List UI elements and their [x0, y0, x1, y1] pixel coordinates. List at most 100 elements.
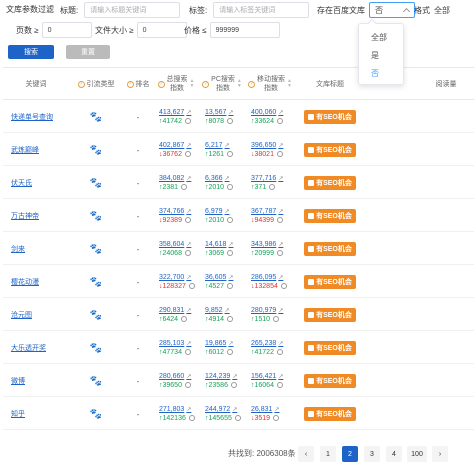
keyword-link[interactable]: 大乐透开奖 [3, 332, 69, 364]
clock-icon[interactable] [269, 184, 276, 190]
seo-opportunity-badge[interactable]: 有SEO机会 [304, 209, 356, 223]
clock-icon[interactable] [181, 184, 188, 190]
seo-opportunity-badge[interactable]: 有SEO机会 [304, 242, 356, 256]
trend-chart-icon[interactable]: ↗ [186, 110, 191, 116]
trend-chart-icon[interactable]: ↗ [278, 143, 283, 149]
clock-icon[interactable] [184, 382, 191, 388]
clock-icon[interactable] [188, 415, 195, 421]
dropdown-option-yes[interactable]: 是 [359, 47, 403, 65]
pc-index-link[interactable]: 36,605 ↗ [205, 274, 233, 281]
clock-icon[interactable] [227, 217, 234, 223]
reset-button[interactable]: 重置 [66, 45, 110, 59]
dropdown-option-no[interactable]: 否 [359, 65, 403, 83]
page-button-1[interactable]: 1 [320, 446, 336, 462]
seo-opportunity-badge[interactable]: 有SEO机会 [304, 407, 356, 421]
clock-icon[interactable] [184, 349, 191, 355]
clock-icon[interactable] [188, 283, 195, 289]
trend-chart-icon[interactable]: ↗ [278, 176, 283, 182]
mobile-index-link[interactable]: 280,979 ↗ [251, 307, 283, 314]
clock-icon[interactable] [184, 118, 191, 124]
col-rank[interactable]: ? 排名 [123, 68, 153, 100]
trend-chart-icon[interactable]: ↗ [232, 374, 237, 380]
trend-chart-icon[interactable]: ↗ [225, 308, 230, 314]
pc-index-link[interactable]: 19,865 ↗ [205, 340, 233, 347]
trend-chart-icon[interactable]: ↗ [225, 209, 230, 215]
trend-chart-icon[interactable]: ↗ [228, 275, 233, 281]
trend-chart-icon[interactable]: ↗ [278, 308, 283, 314]
mobile-index-link[interactable]: 367,787 ↗ [251, 208, 283, 215]
col-mobile-index[interactable]: ? 移动搜索 指数 ▲ ▼ [245, 68, 295, 100]
total-index-link[interactable]: 358,604 ↗ [159, 241, 191, 248]
clock-icon[interactable] [227, 118, 234, 124]
pages-filter-input[interactable]: 0 [41, 22, 92, 38]
keyword-link[interactable]: 沧元图 [3, 299, 69, 331]
title-filter-input[interactable]: 请输入标题关键词 [84, 2, 181, 18]
pc-index-link[interactable]: 9,852 ↗ [205, 307, 230, 314]
next-page-button[interactable]: › [432, 446, 448, 462]
trend-chart-icon[interactable]: ↗ [274, 407, 279, 413]
keyword-link[interactable]: 快递单号查询 [3, 101, 69, 133]
trend-chart-icon[interactable]: ↗ [278, 341, 283, 347]
col-total-index[interactable]: ? 总搜索 指数 ▲ ▼ [153, 68, 199, 100]
seo-opportunity-badge[interactable]: 有SEO机会 [304, 308, 356, 322]
seo-opportunity-badge[interactable]: 有SEO机会 [304, 374, 356, 388]
trend-chart-icon[interactable]: ↗ [232, 407, 237, 413]
sort-icon[interactable]: ▲ ▼ [287, 79, 292, 89]
seo-opportunity-badge[interactable]: 有SEO机会 [304, 110, 356, 124]
trend-chart-icon[interactable]: ↗ [278, 110, 283, 116]
format-select[interactable]: 全部 [434, 2, 474, 18]
clock-icon[interactable] [276, 349, 283, 355]
seo-opportunity-badge[interactable]: 有SEO机会 [304, 176, 356, 190]
total-index-link[interactable]: 280,660 ↗ [159, 373, 191, 380]
keyword-link[interactable]: 伏天氏 [3, 167, 69, 199]
trend-chart-icon[interactable]: ↗ [278, 374, 283, 380]
sort-icon[interactable]: ▲ ▼ [190, 79, 195, 89]
page-button-3[interactable]: 3 [364, 446, 380, 462]
keyword-link[interactable]: 微博 [3, 365, 69, 397]
mobile-index-link[interactable]: 156,421 ↗ [251, 373, 283, 380]
clock-icon[interactable] [184, 151, 191, 157]
clock-icon[interactable] [227, 250, 234, 256]
trend-chart-icon[interactable]: ↗ [228, 242, 233, 248]
total-index-link[interactable]: 384,082 ↗ [159, 175, 191, 182]
total-index-link[interactable]: 374,766 ↗ [159, 208, 191, 215]
trend-chart-icon[interactable]: ↗ [186, 275, 191, 281]
mobile-index-link[interactable]: 26,831 ↗ [251, 406, 279, 413]
pc-index-link[interactable]: 14,618 ↗ [205, 241, 233, 248]
trend-chart-icon[interactable]: ↗ [186, 242, 191, 248]
total-index-link[interactable]: 271,803 ↗ [159, 406, 191, 413]
clock-icon[interactable] [184, 217, 191, 223]
col-pc-index[interactable]: ? PC搜索 指数 ▲ ▼ [199, 68, 245, 100]
tag-filter-input[interactable]: 请输入标签关键词 [213, 2, 310, 18]
clock-icon[interactable] [227, 151, 234, 157]
page-button-2[interactable]: 2 [342, 446, 358, 462]
clock-icon[interactable] [227, 184, 234, 190]
mobile-index-link[interactable]: 265,238 ↗ [251, 340, 283, 347]
pc-index-link[interactable]: 244,972 ↗ [205, 406, 237, 413]
trend-chart-icon[interactable]: ↗ [186, 209, 191, 215]
clock-icon[interactable] [276, 151, 283, 157]
total-index-link[interactable]: 285,103 ↗ [159, 340, 191, 347]
dropdown-option-all[interactable]: 全部 [359, 29, 403, 47]
prev-page-button[interactable]: ‹ [298, 446, 314, 462]
page-button-4[interactable]: 4 [386, 446, 402, 462]
clock-icon[interactable] [276, 250, 283, 256]
pc-index-link[interactable]: 6,217 ↗ [205, 142, 230, 149]
sort-icon[interactable]: ▲ ▼ [237, 79, 242, 89]
clock-icon[interactable] [276, 217, 283, 223]
col-traffic-type[interactable]: ? 引流类型 [69, 68, 123, 100]
trend-chart-icon[interactable]: ↗ [186, 374, 191, 380]
trend-chart-icon[interactable]: ↗ [278, 242, 283, 248]
clock-icon[interactable] [227, 283, 234, 289]
total-index-link[interactable]: 402,867 ↗ [159, 142, 191, 149]
trend-chart-icon[interactable]: ↗ [228, 341, 233, 347]
trend-chart-icon[interactable]: ↗ [228, 110, 233, 116]
page-button-100[interactable]: 100 [407, 446, 427, 462]
total-index-link[interactable]: 322,700 ↗ [159, 274, 191, 281]
clock-icon[interactable] [234, 415, 241, 421]
trend-chart-icon[interactable]: ↗ [186, 407, 191, 413]
seo-opportunity-badge[interactable]: 有SEO机会 [304, 143, 356, 157]
trend-chart-icon[interactable]: ↗ [278, 275, 283, 281]
mobile-index-link[interactable]: 286,095 ↗ [251, 274, 283, 281]
keyword-link[interactable]: 武炼巅峰 [3, 134, 69, 166]
